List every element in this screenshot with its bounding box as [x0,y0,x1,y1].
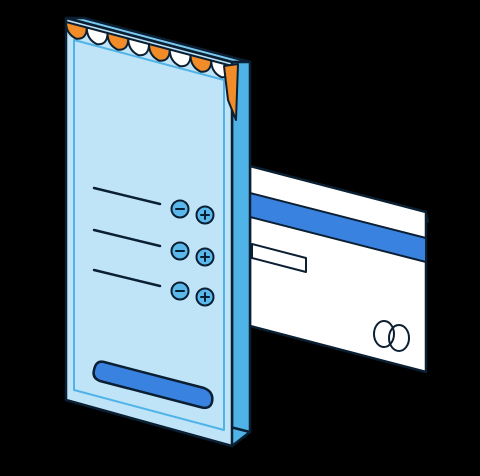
plus-icon[interactable] [195,205,215,225]
phone-side-edge [230,60,252,448]
illustration-stage [0,0,480,476]
phone-device [64,16,252,448]
checkout-illustration [64,16,429,448]
minus-icon[interactable] [170,281,190,301]
plus-icon[interactable] [195,287,215,307]
minus-icon[interactable] [170,241,190,261]
card-face [248,164,428,374]
credit-card [248,164,429,374]
minus-icon[interactable] [170,199,190,219]
plus-icon[interactable] [195,247,215,267]
